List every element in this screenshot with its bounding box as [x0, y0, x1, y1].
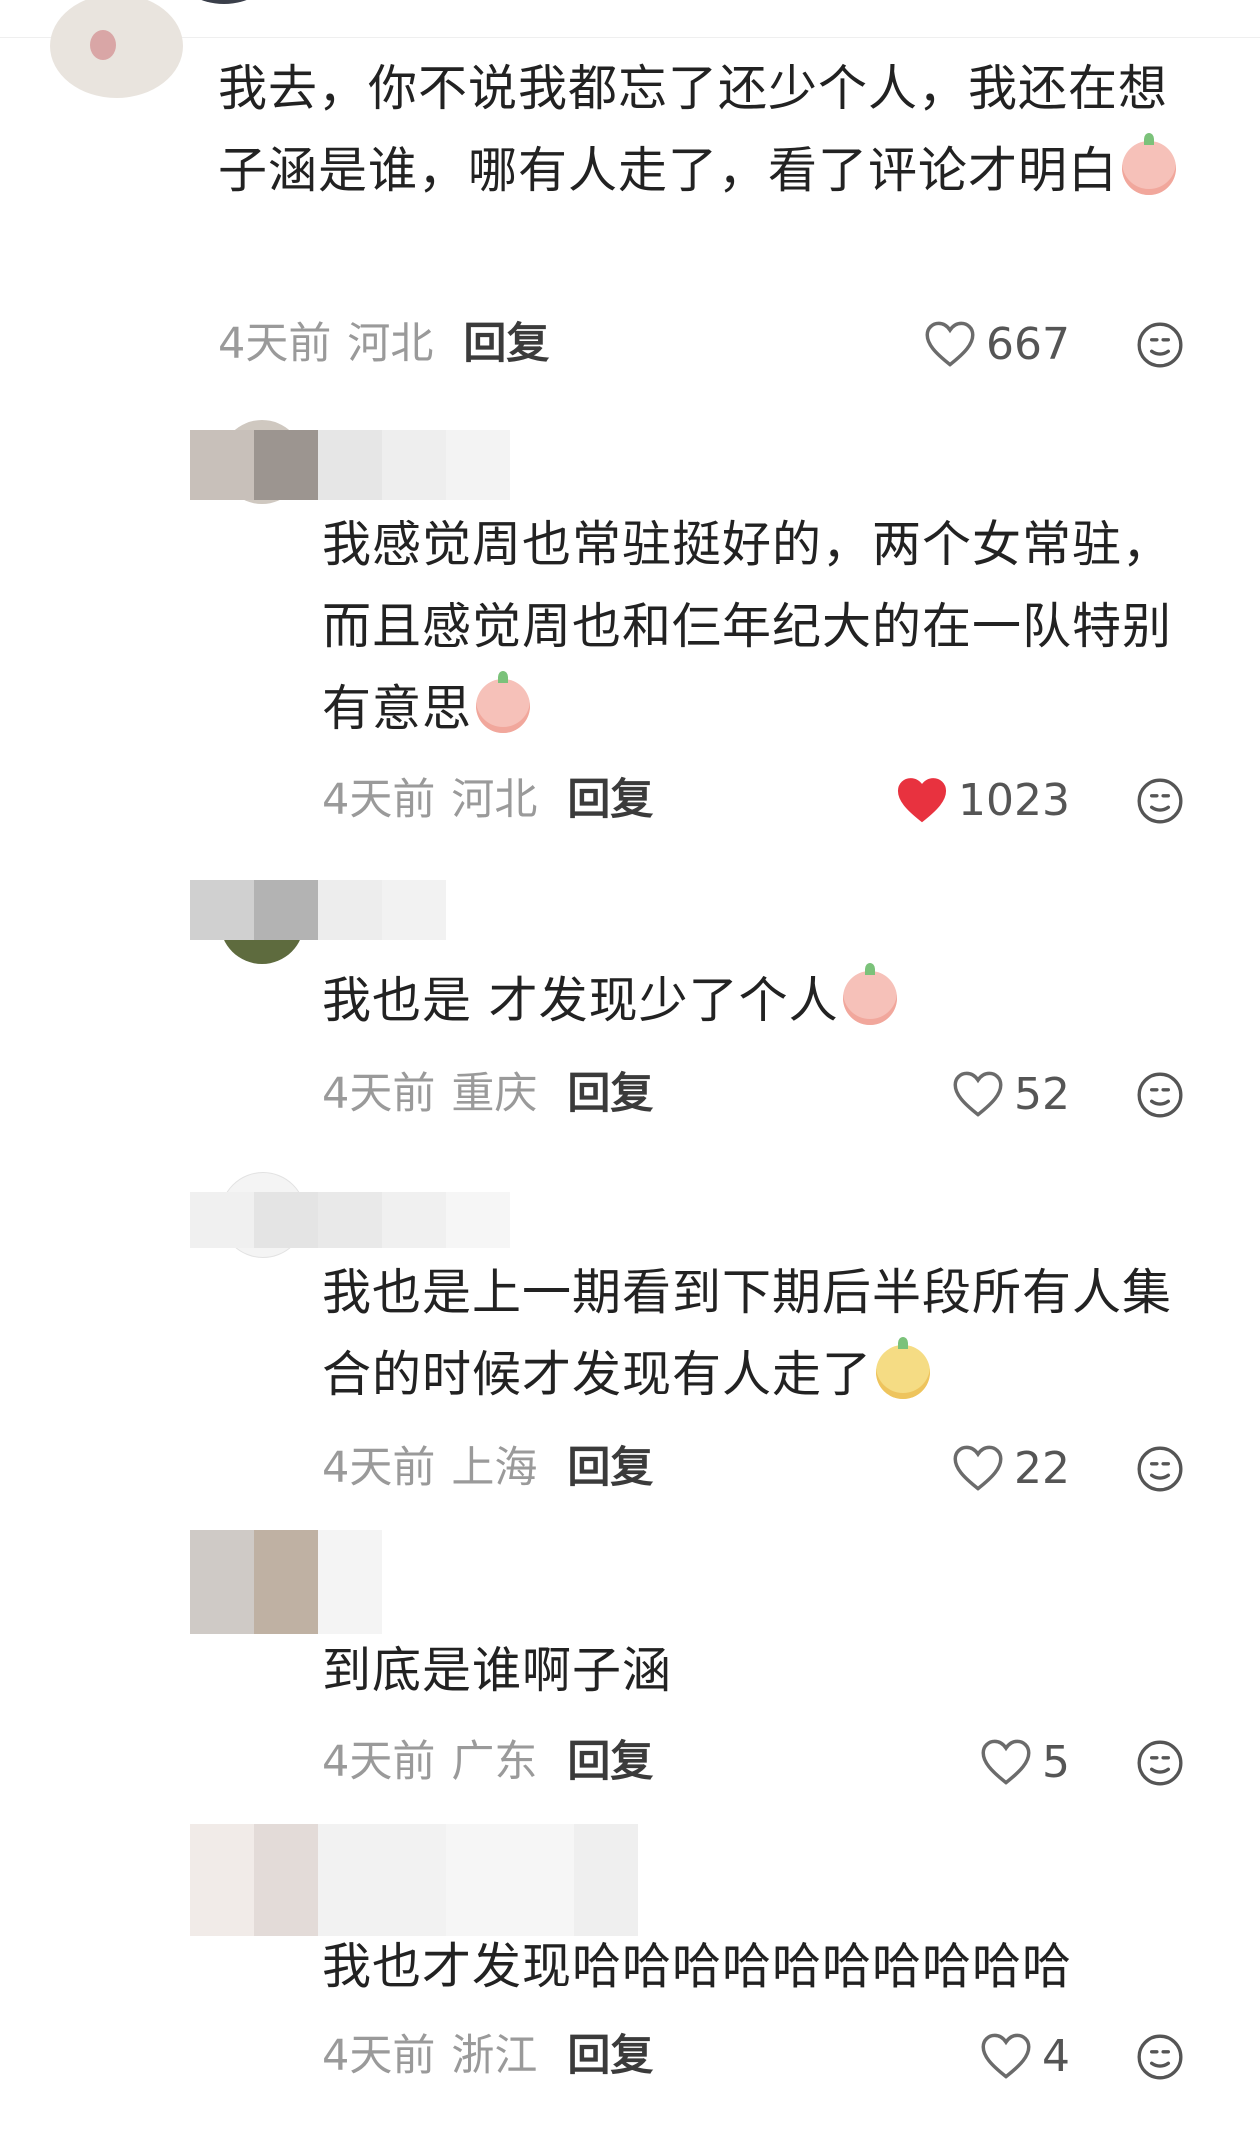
like-count: 22 — [1014, 1442, 1070, 1494]
smiley-icon[interactable] — [1135, 776, 1185, 826]
username-blurred — [190, 1530, 382, 1634]
comment-meta: 4天前 重庆 回复 — [322, 1064, 653, 1124]
comment-text: 我也是 才发现少了个人 — [322, 960, 1212, 1042]
like-button[interactable]: 667 — [924, 314, 1070, 374]
comment-text: 到底是谁啊子涵 — [322, 1642, 673, 1699]
heart-icon — [953, 1445, 1003, 1491]
reply-button[interactable]: 回复 — [567, 1737, 653, 1787]
heart-icon — [953, 1071, 1003, 1117]
crying-laugh-emoji — [1122, 133, 1177, 195]
reply-button[interactable]: 回复 — [567, 775, 653, 825]
smiley-icon[interactable] — [1135, 320, 1185, 370]
comment-meta: 4天前 浙江 回复 — [322, 2026, 653, 2086]
heart-icon — [897, 778, 947, 823]
smiley-icon[interactable] — [1135, 1070, 1185, 1120]
like-button[interactable]: 52 — [952, 1064, 1070, 1124]
like-button[interactable]: 4 — [980, 2026, 1070, 2086]
username-blurred — [190, 1824, 638, 1936]
like-count: 5 — [1042, 1736, 1070, 1788]
username-blurred — [190, 880, 446, 940]
shy-emoji — [476, 671, 531, 733]
comment-time: 4天前 — [322, 775, 436, 825]
comment-location: 广东 — [451, 1737, 538, 1787]
heart-icon — [925, 321, 975, 367]
smiley-icon[interactable] — [1135, 1444, 1185, 1494]
like-button[interactable]: 1023 — [896, 770, 1070, 830]
like-button[interactable]: 22 — [952, 1438, 1070, 1498]
comment-time: 4天前 — [322, 1443, 436, 1493]
surprised-emoji — [876, 1337, 931, 1399]
smiley-icon[interactable] — [1135, 2032, 1185, 2082]
comment-meta: 4天前 河北 回复 — [322, 770, 653, 830]
comment-location: 重庆 — [451, 1069, 538, 1119]
divider — [0, 37, 1260, 38]
like-count: 1023 — [958, 774, 1070, 826]
smiley-icon[interactable] — [1135, 1738, 1185, 1788]
previous-avatar-edge — [178, 0, 270, 4]
comment-meta: 4天前 上海 回复 — [322, 1438, 653, 1498]
heart-icon — [981, 2033, 1031, 2079]
like-button[interactable]: 5 — [980, 1732, 1070, 1792]
comment-time: 4天前 — [322, 1737, 436, 1787]
comment-meta: 4天前 广东 回复 — [322, 1732, 653, 1792]
comment-text: 我感觉周也常驻挺好的，两个女常驻，而且感觉周也和仨年纪大的在一队特别有意思 — [322, 516, 1173, 737]
comment-time: 4天前 — [322, 1069, 436, 1119]
like-count: 667 — [986, 318, 1070, 370]
username-blurred — [190, 430, 510, 500]
reply-button[interactable]: 回复 — [567, 1069, 653, 1119]
reply-button[interactable]: 回复 — [567, 1443, 653, 1493]
username-blurred — [190, 1192, 510, 1248]
reply-button[interactable]: 回复 — [463, 319, 549, 369]
avatar[interactable] — [50, 0, 183, 98]
comment-text: 我也才发现哈哈哈哈哈哈哈哈哈哈 — [322, 1938, 1073, 1995]
comment-location: 河北 — [347, 319, 434, 369]
comment-time: 4天前 — [218, 319, 332, 369]
like-count: 4 — [1042, 2030, 1070, 2082]
comment-time: 4天前 — [322, 2031, 436, 2081]
comment-location: 浙江 — [451, 2031, 538, 2081]
comment-text: 我去，你不说我都忘了还少个人，我还在想子涵是谁，哪有人走了，看了评论才明白 — [218, 48, 1208, 212]
comment-location: 河北 — [451, 775, 538, 825]
smile-emoji — [842, 963, 897, 1025]
reply-button[interactable]: 回复 — [567, 2031, 653, 2081]
comment-text: 我也是上一期看到下期后半段所有人集合的时候才发现有人走了 — [322, 1264, 1173, 1403]
comment-meta: 4天前 河北 回复 — [218, 314, 549, 374]
like-count: 52 — [1014, 1068, 1070, 1120]
comment-location: 上海 — [451, 1443, 538, 1493]
heart-icon — [981, 1739, 1031, 1785]
